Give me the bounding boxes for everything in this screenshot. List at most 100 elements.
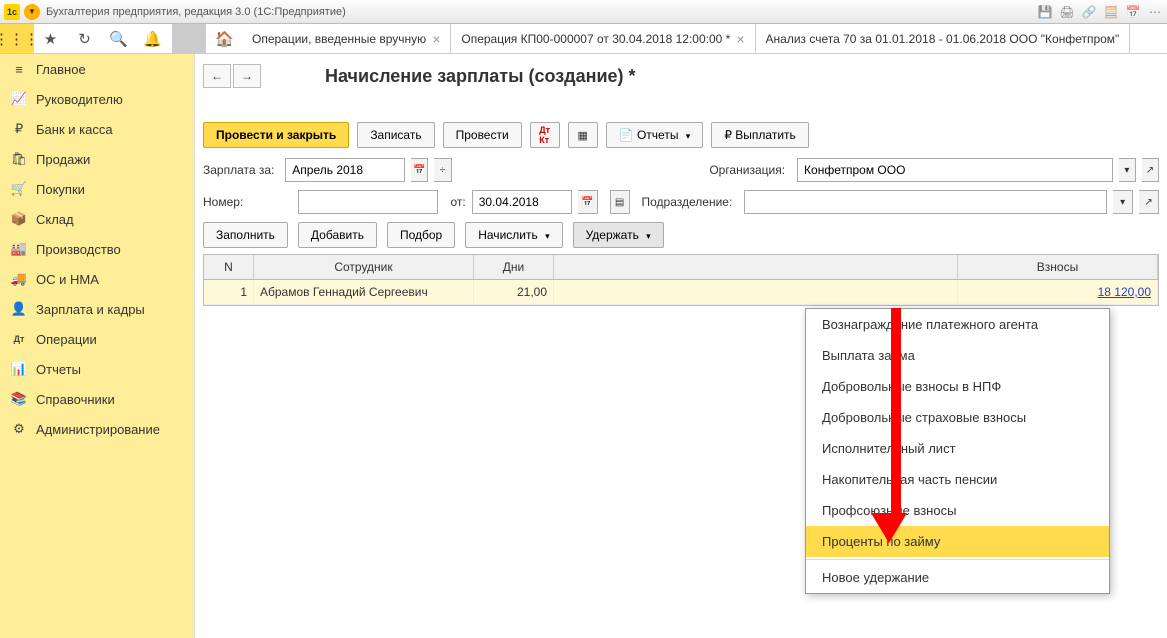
stepper-icon[interactable]: ÷ <box>434 158 451 182</box>
top-toolbar: ⋮⋮⋮ ★ ↻ 🔍 🔔 🏠 Операции, введенные вручну… <box>0 24 1167 54</box>
sidebar-item-production[interactable]: 🏭Производство <box>0 234 194 264</box>
dropdown-item[interactable]: Вознаграждение платежного агента <box>806 309 1109 340</box>
chevron-down-icon[interactable]: ▾ <box>1113 190 1133 214</box>
deduct-dropdown: Вознаграждение платежного агентаВыплата … <box>805 308 1110 594</box>
fill-button[interactable]: Заполнить <box>203 222 288 248</box>
sidebar-item-manager[interactable]: 📈Руководителю <box>0 84 194 114</box>
sidebar-item-sales[interactable]: 🛍Продажи <box>0 144 194 174</box>
calendar-icon[interactable]: 📅 <box>578 190 598 214</box>
dropdown-item[interactable]: Накопительная часть пенсии <box>806 464 1109 495</box>
cell-gap <box>554 280 958 304</box>
tab-account-analysis[interactable]: Анализ счета 70 за 01.01.2018 - 01.06.20… <box>756 24 1131 53</box>
cell-contributions[interactable]: 18 120,00 <box>958 280 1158 304</box>
more-icon[interactable]: ⋯ <box>1147 4 1163 20</box>
chevron-down-icon[interactable]: ▾ <box>1119 158 1136 182</box>
divider <box>172 24 206 53</box>
print-icon[interactable]: 🖨 <box>1059 4 1075 20</box>
star-icon[interactable]: ★ <box>34 24 68 53</box>
history-icon[interactable]: ↻ <box>68 24 102 53</box>
home-icon[interactable]: 🏠 <box>208 24 242 53</box>
bell-icon[interactable]: 🔔 <box>136 24 170 53</box>
from-label: от: <box>450 195 465 209</box>
table-row[interactable]: 1 Абрамов Геннадий Сергеевич 21,00 18 12… <box>204 280 1158 305</box>
dropdown-item[interactable]: Добровольные взносы в НПФ <box>806 371 1109 402</box>
deduct-button[interactable]: Удержать ▾ <box>573 222 664 248</box>
col-days: Дни <box>474 255 554 279</box>
org-input[interactable] <box>797 158 1113 182</box>
field-row-2: Номер: от: 📅 ▤ Подразделение: ▾ ↗ <box>203 190 1159 214</box>
col-employee: Сотрудник <box>254 255 474 279</box>
reports-button[interactable]: 📄 Отчеты ▾ <box>606 122 704 148</box>
app-menu-icon[interactable]: ▼ <box>24 4 40 20</box>
accrue-button[interactable]: Начислить ▾ <box>465 222 562 248</box>
date-input[interactable] <box>472 190 572 214</box>
sidebar-item-reports[interactable]: 📊 Отчеты <box>0 354 194 384</box>
link-icon[interactable]: 🔗 <box>1081 4 1097 20</box>
sidebar-item-purchases[interactable]: 🛒Покупки <box>0 174 194 204</box>
structure-button[interactable]: ▦ <box>568 122 598 148</box>
post-button[interactable]: Провести <box>443 122 522 148</box>
tab-operation-doc[interactable]: Операция КП00-000007 от 30.04.2018 12:00… <box>451 24 755 53</box>
back-button[interactable]: ← <box>203 64 231 88</box>
sidebar-item-label: Главное <box>36 62 86 77</box>
save-icon[interactable]: 💾 <box>1037 4 1053 20</box>
dropdown-item[interactable]: Проценты по займу <box>806 526 1109 557</box>
person-icon: 👤 <box>10 301 28 317</box>
search-icon[interactable]: 🔍 <box>102 24 136 53</box>
action-row: Провести и закрыть Записать Провести ДтК… <box>203 122 1159 148</box>
form-icon[interactable]: ▤ <box>610 190 630 214</box>
sidebar-item-label: Администрирование <box>36 422 160 437</box>
sidebar-item-refs[interactable]: 📚Справочники <box>0 384 194 414</box>
contributions-link[interactable]: 18 120,00 <box>1098 285 1151 299</box>
grid-toolbar: Заполнить Добавить Подбор Начислить ▾ Уд… <box>203 222 1159 248</box>
pay-button[interactable]: ₽ Выплатить <box>711 122 808 148</box>
dtkt-button[interactable]: ДтКт <box>530 122 560 148</box>
open-icon[interactable]: ↗ <box>1139 190 1159 214</box>
cell-days: 21,00 <box>474 280 554 304</box>
apps-icon[interactable]: ⋮⋮⋮ <box>0 24 34 53</box>
calendar-icon[interactable]: 📅 <box>1125 4 1141 20</box>
box-icon: 📦 <box>10 211 28 227</box>
division-input[interactable] <box>744 190 1107 214</box>
sidebar-item-main[interactable]: ≡Главное <box>0 54 194 84</box>
number-input[interactable] <box>298 190 438 214</box>
sidebar-item-warehouse[interactable]: 📦Склад <box>0 204 194 234</box>
sidebar-item-label: Производство <box>36 242 121 257</box>
calc-icon[interactable]: 🧮 <box>1103 4 1119 20</box>
sidebar-item-assets[interactable]: 🚚ОС и НМА <box>0 264 194 294</box>
col-n: N <box>204 255 254 279</box>
salary-for-label: Зарплата за: <box>203 163 279 177</box>
number-label: Номер: <box>203 195 292 209</box>
sidebar-item-bank[interactable]: ₽Банк и касса <box>0 114 194 144</box>
sidebar-item-salary[interactable]: 👤 Зарплата и кадры <box>0 294 194 324</box>
salary-period-input[interactable] <box>285 158 405 182</box>
save-button[interactable]: Записать <box>357 122 434 148</box>
titlebar-actions: 💾 🖨 🔗 🧮 📅 ⋯ <box>1037 4 1163 20</box>
sidebar-item-label: Зарплата и кадры <box>36 302 145 317</box>
dropdown-item[interactable]: Выплата займа <box>806 340 1109 371</box>
dropdown-item[interactable]: Профсоюзные взносы <box>806 495 1109 526</box>
tabs: Операции, введенные вручную × Операция К… <box>242 24 1130 53</box>
pick-button[interactable]: Подбор <box>387 222 455 248</box>
content: ← → Начисление зарплаты (создание) * Про… <box>195 54 1167 638</box>
dropdown-item[interactable]: Добровольные страховые взносы <box>806 402 1109 433</box>
titlebar: 1c ▼ Бухгалтерия предприятия, редакция 3… <box>0 0 1167 24</box>
dropdown-separator <box>806 559 1109 560</box>
tab-operations[interactable]: Операции, введенные вручную × <box>242 24 451 53</box>
open-icon[interactable]: ↗ <box>1142 158 1159 182</box>
close-icon[interactable]: × <box>736 31 744 47</box>
dropdown-item[interactable]: Исполнительный лист <box>806 433 1109 464</box>
sidebar-item-admin[interactable]: ⚙ Администрирование <box>0 414 194 444</box>
sidebar-item-label: Отчеты <box>36 362 81 377</box>
bars-icon: 📊 <box>10 361 28 377</box>
close-icon[interactable]: × <box>432 31 440 47</box>
post-close-button[interactable]: Провести и закрыть <box>203 122 349 148</box>
gear-icon: ⚙ <box>10 421 28 437</box>
dropdown-item-new[interactable]: Новое удержание <box>806 562 1109 593</box>
add-button[interactable]: Добавить <box>298 222 377 248</box>
tab-label: Анализ счета 70 за 01.01.2018 - 01.06.20… <box>766 32 1120 46</box>
page-title: Начисление зарплаты (создание) * <box>325 66 636 87</box>
forward-button[interactable]: → <box>233 64 261 88</box>
calendar-icon[interactable]: 📅 <box>411 158 428 182</box>
sidebar-item-operations[interactable]: ДтОперации <box>0 324 194 354</box>
